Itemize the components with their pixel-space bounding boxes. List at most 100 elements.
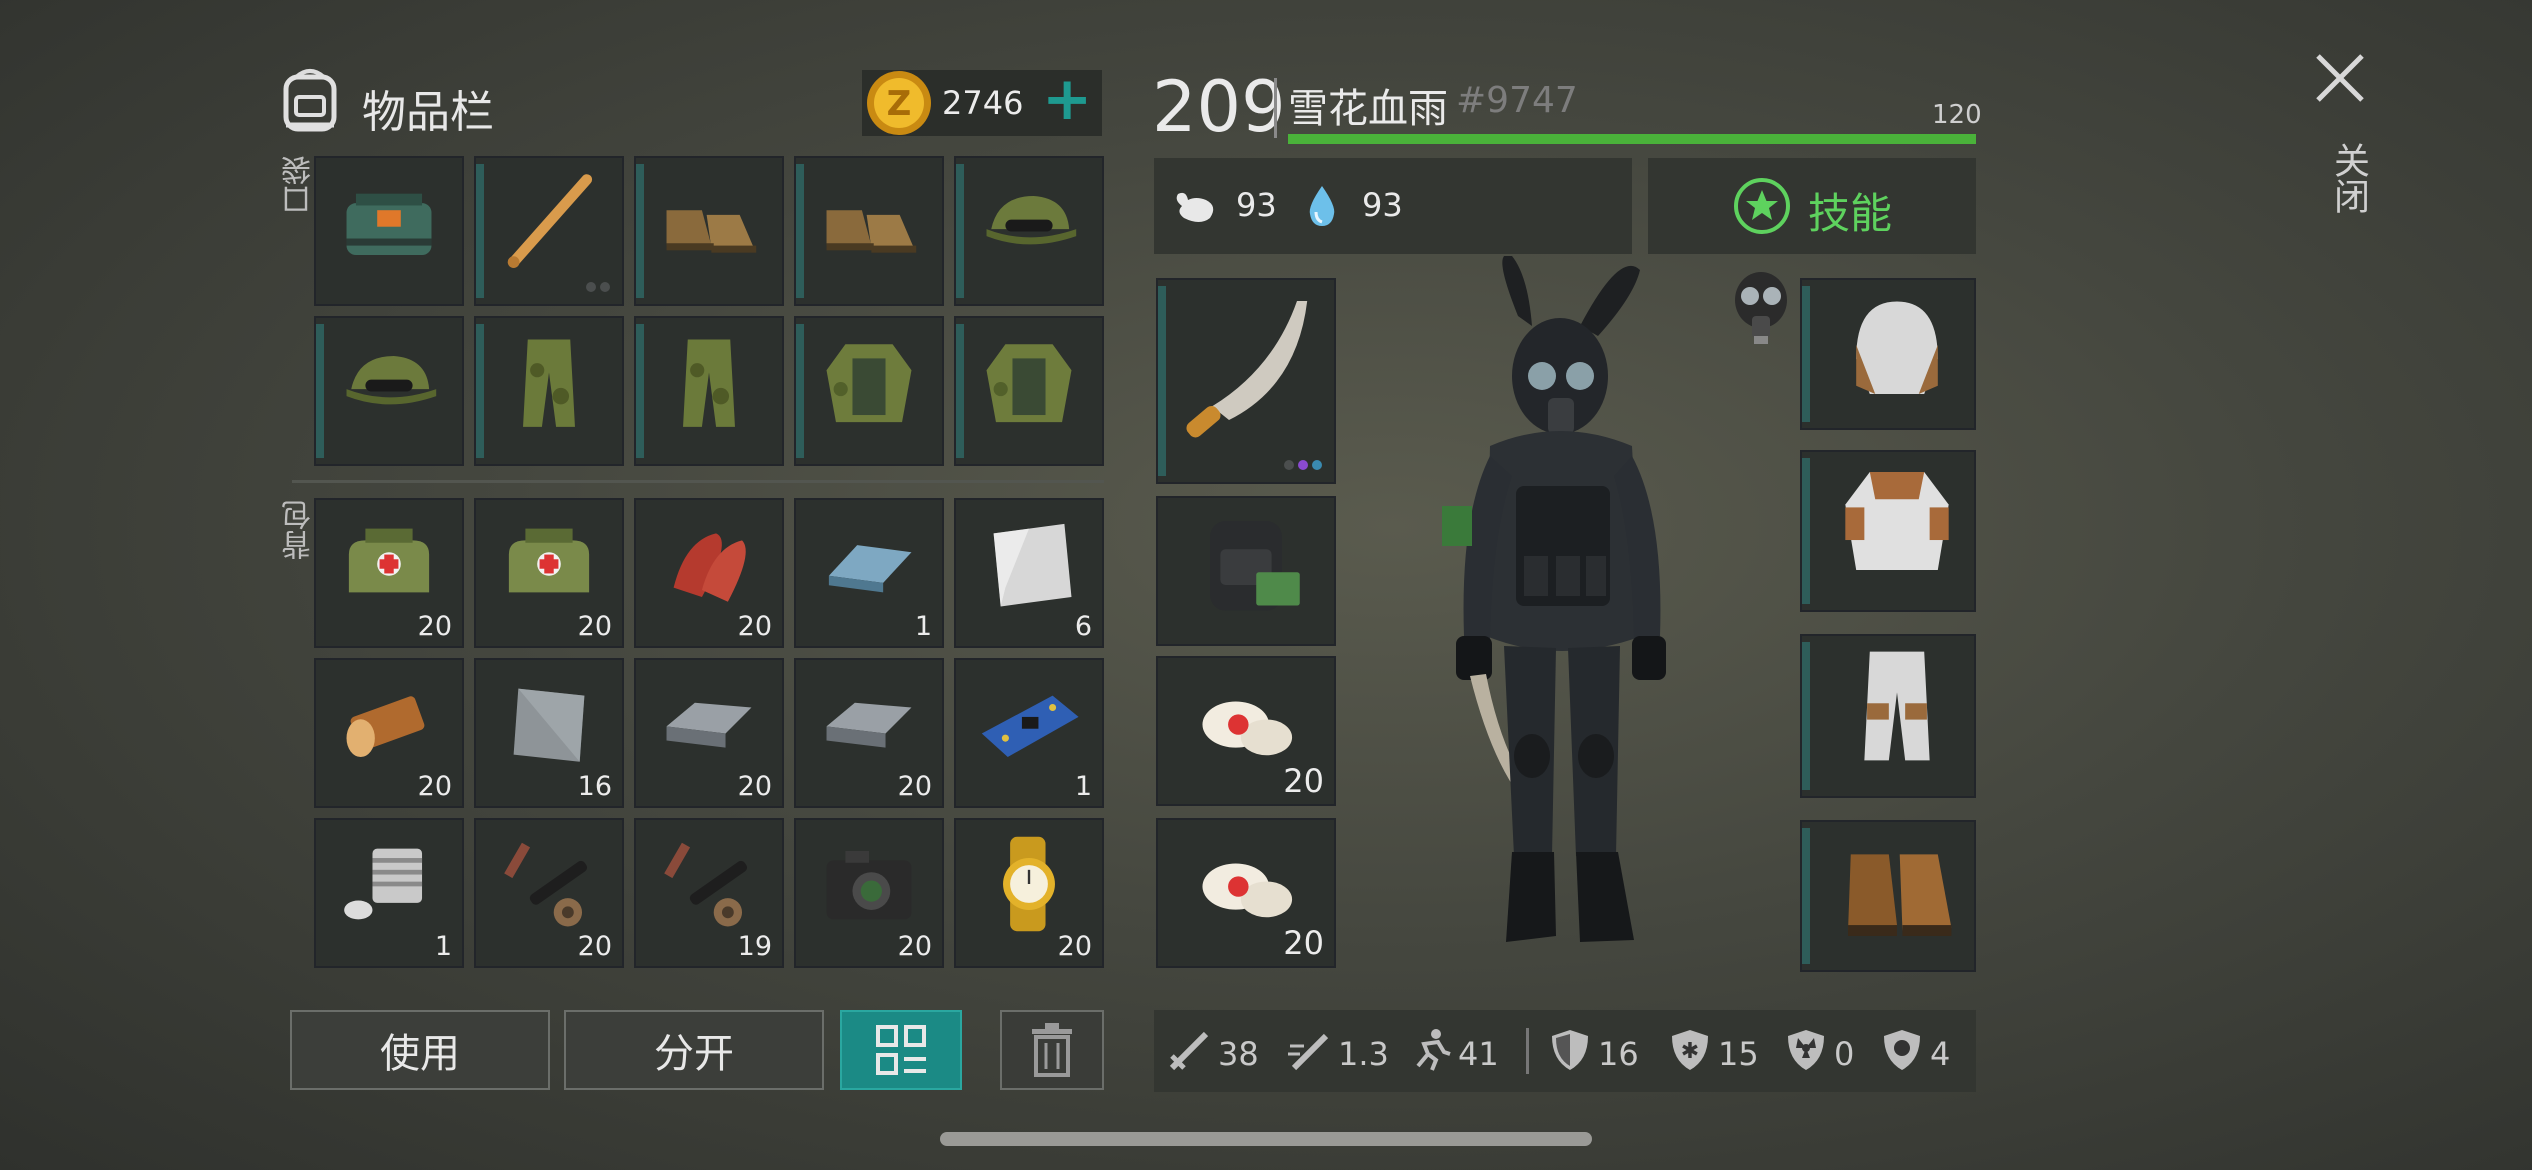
stat-item: ✱ 15 xyxy=(1666,1026,1759,1082)
explosive-pack-icon xyxy=(330,163,448,285)
trash-button[interactable] xyxy=(1000,1010,1104,1090)
armored-pants-icon xyxy=(1829,638,1965,778)
use-button[interactable]: 使用 xyxy=(290,1010,550,1090)
equip-slot[interactable]: 20 xyxy=(1156,818,1336,968)
stat-item: 38 xyxy=(1166,1026,1259,1082)
inventory-title: 物品栏 xyxy=(362,87,494,138)
pocket-slot[interactable] xyxy=(474,316,624,466)
thirst-value: 93 xyxy=(1362,186,1403,224)
item-count: 20 xyxy=(737,611,772,642)
close-button[interactable]: 关闭 xyxy=(2300,44,2380,234)
stat-item: 4 xyxy=(1878,1026,1950,1082)
durability-dots xyxy=(586,282,610,292)
camo-pants-icon xyxy=(650,323,768,445)
run-speed-icon xyxy=(1406,1026,1454,1082)
stat-item: 0 xyxy=(1782,1026,1854,1082)
pocket-slot[interactable] xyxy=(634,156,784,306)
backpack-slot[interactable]: 20 xyxy=(474,818,624,968)
iron-bar-icon xyxy=(810,505,928,627)
split-button[interactable]: 分开 xyxy=(564,1010,824,1090)
pocket-slot[interactable] xyxy=(314,156,464,306)
coin-bar: Z 2746 + xyxy=(862,64,1102,136)
xp-bar-track xyxy=(1288,134,1976,144)
stat-item: 41 xyxy=(1406,1026,1499,1082)
armor-slot[interactable] xyxy=(1800,634,1976,798)
pocket-slot[interactable] xyxy=(954,156,1104,306)
boots-icon xyxy=(650,163,768,285)
camo-pants-icon xyxy=(490,323,608,445)
stats-bar: 38 1.3 41 16 ✱ 15 0 4 xyxy=(1154,1010,1976,1092)
backpack-slot[interactable]: 20 xyxy=(314,498,464,648)
backpack-slot[interactable]: 20 xyxy=(634,498,784,648)
pocket-slot[interactable] xyxy=(314,316,464,466)
pocket-slot[interactable] xyxy=(474,156,624,306)
item-count: 20 xyxy=(577,931,612,962)
hunger-value: 93 xyxy=(1236,186,1277,224)
pocket-slot[interactable] xyxy=(634,316,784,466)
backpack-slot[interactable]: 1 xyxy=(794,498,944,648)
backpack-slot[interactable]: 20 xyxy=(794,658,944,808)
sword-icon xyxy=(1166,1026,1214,1082)
gas-mask-icon[interactable] xyxy=(1726,268,1796,348)
svg-text:Z: Z xyxy=(887,84,912,124)
stat-value: 1.3 xyxy=(1338,1035,1389,1073)
item-count: 20 xyxy=(897,771,932,802)
attack-speed-icon xyxy=(1286,1026,1334,1082)
add-coins-button[interactable]: + xyxy=(1042,64,1092,134)
item-count: 20 xyxy=(1283,924,1324,962)
item-count: 1 xyxy=(914,611,932,642)
iron-plate-icon xyxy=(490,665,608,787)
camo-cap-icon xyxy=(970,163,1088,285)
trash-icon xyxy=(1032,1023,1072,1077)
item-count: 1 xyxy=(1074,771,1092,802)
camo-jacket-icon xyxy=(810,323,928,445)
skills-button[interactable]: 技能 xyxy=(1648,158,1976,254)
raw-meat-icon xyxy=(650,505,768,627)
pocket-slot[interactable] xyxy=(794,316,944,466)
backpack-slot[interactable]: 16 xyxy=(474,658,624,808)
pocket-slot[interactable] xyxy=(794,156,944,306)
stats-separator xyxy=(1526,1028,1529,1074)
equip-slot[interactable] xyxy=(1156,496,1336,646)
armor-slot[interactable] xyxy=(1800,278,1976,430)
stat-value: 0 xyxy=(1834,1035,1855,1073)
svg-text:✱: ✱ xyxy=(1681,1039,1699,1064)
backpack-slot[interactable]: 19 xyxy=(634,818,784,968)
backpack-slot[interactable]: 6 xyxy=(954,498,1104,648)
armor-slot[interactable] xyxy=(1800,450,1976,612)
item-count: 19 xyxy=(737,931,772,962)
stat-value: 4 xyxy=(1930,1035,1951,1073)
medkit-bag-icon xyxy=(490,505,608,627)
item-count: 20 xyxy=(417,771,452,802)
armor-slot[interactable] xyxy=(1800,820,1976,972)
item-count: 20 xyxy=(897,931,932,962)
backpack-slot[interactable]: 20 xyxy=(954,818,1104,968)
backpack-slot[interactable]: 20 xyxy=(634,658,784,808)
stat-value: 41 xyxy=(1458,1035,1499,1073)
equip-slot[interactable]: 20 xyxy=(1156,656,1336,806)
scope-parts-icon xyxy=(650,825,768,947)
grid-view-button[interactable] xyxy=(840,1010,962,1090)
skills-label: 技能 xyxy=(1808,189,1893,238)
engine-cylinder-icon xyxy=(330,825,448,947)
equip-slot[interactable] xyxy=(1156,278,1336,484)
backpack-slot[interactable]: 20 xyxy=(794,818,944,968)
backpack-icon xyxy=(283,69,337,132)
backpack-slot[interactable]: 1 xyxy=(954,658,1104,808)
camo-cap-icon xyxy=(330,323,448,445)
backpack-slot[interactable]: 20 xyxy=(314,658,464,808)
inventory-header: 物品栏 xyxy=(278,62,578,142)
backpack-slot[interactable]: 1 xyxy=(314,818,464,968)
item-count: 20 xyxy=(577,611,612,642)
pocket-slot[interactable] xyxy=(954,316,1104,466)
backpack-slot[interactable]: 20 xyxy=(474,498,624,648)
radiation-resist-icon xyxy=(1782,1026,1830,1082)
close-label: 关闭 xyxy=(2328,142,2369,214)
durability-dots xyxy=(1284,460,1322,470)
stat-item: 1.3 xyxy=(1286,1026,1389,1082)
gold-watch-icon xyxy=(970,825,1088,947)
iron-ingot-icon xyxy=(650,665,768,787)
machete-icon xyxy=(1161,284,1331,458)
home-indicator[interactable] xyxy=(940,1132,1592,1146)
stat-value: 15 xyxy=(1718,1035,1759,1073)
